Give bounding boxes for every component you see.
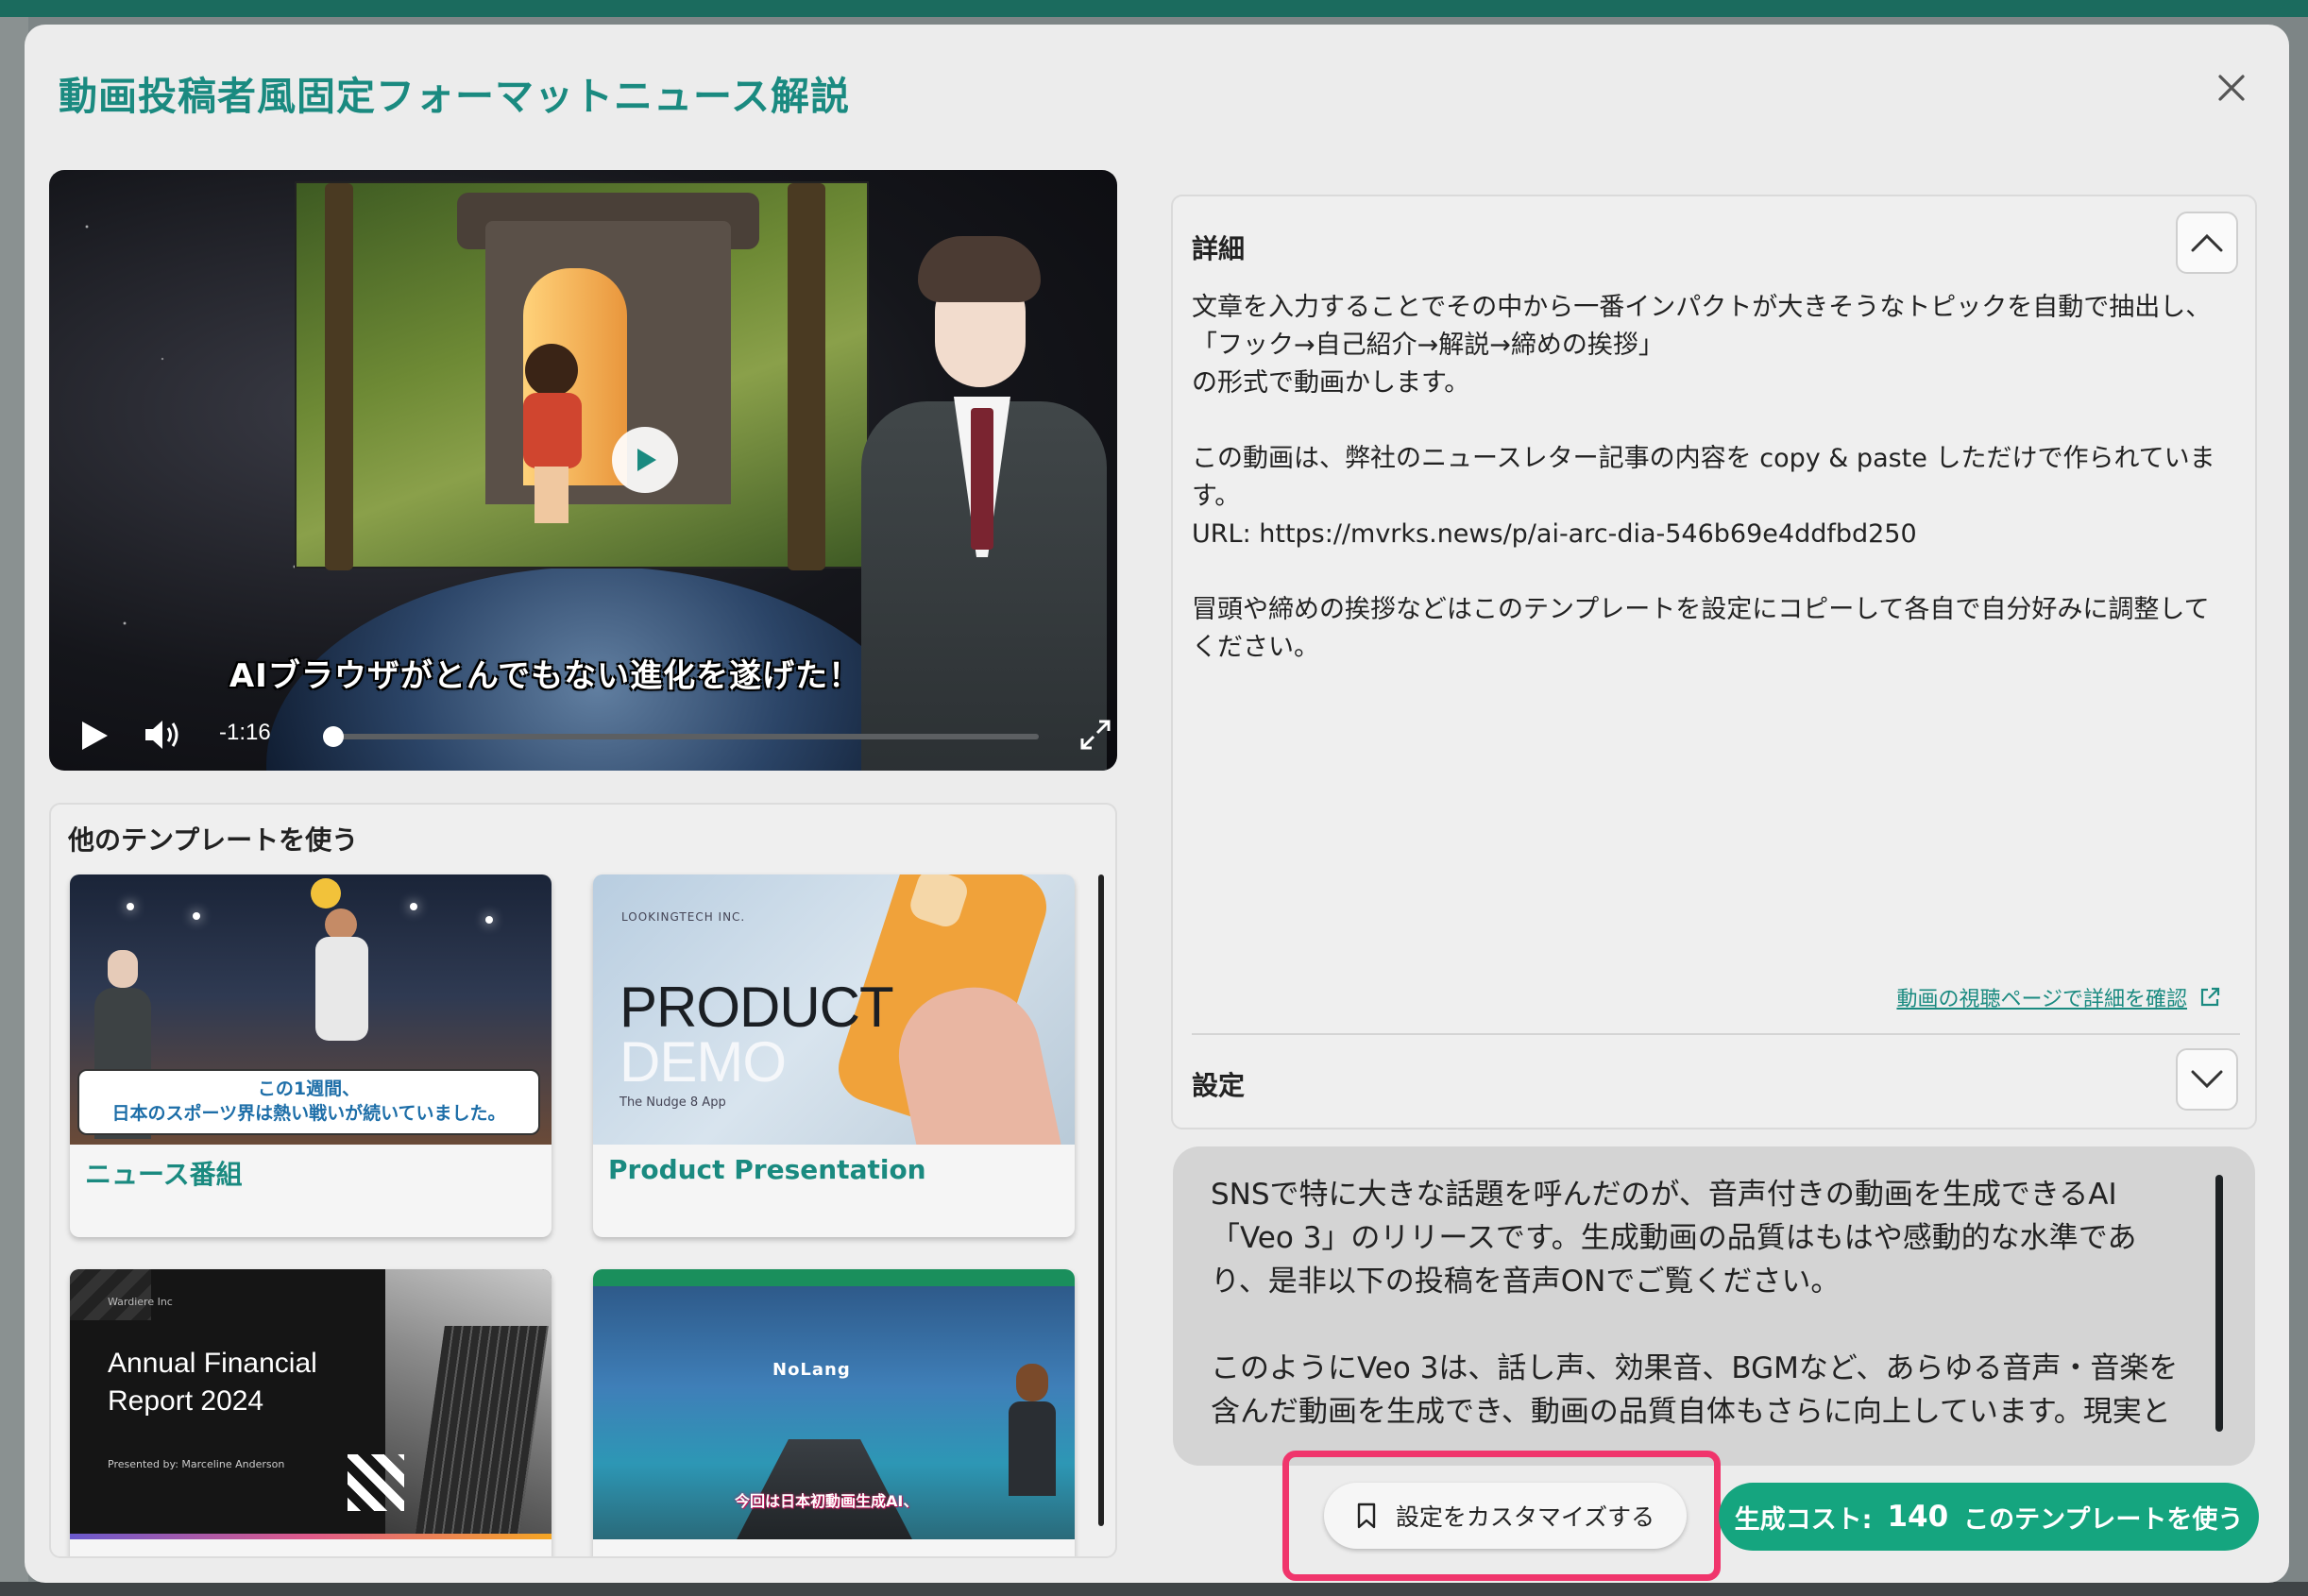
template-card-label: Product Presentation — [608, 1154, 926, 1185]
template-card-news-program[interactable]: この1週間、 日本のスポーツ界は熱い戦いが続いていました。 ニュース番組 — [70, 874, 552, 1237]
thumbnail-brand: NoLang — [772, 1360, 851, 1380]
background-app-header — [0, 0, 2308, 17]
fullscreen-icon — [1080, 720, 1111, 750]
thumbnail-title: PRODUCT — [619, 976, 894, 1039]
settings-scrollbar[interactable] — [2215, 1175, 2223, 1432]
details-collapse-button[interactable] — [2176, 212, 2238, 274]
use-template-label: このテンプレートを使う — [1963, 1504, 2244, 1535]
thumbnail-caption: 今回は日本初動画生成AI、 — [735, 1492, 919, 1510]
thumbnail-title: Annual Financial — [108, 1348, 317, 1379]
template-thumbnail: LOOKINGTECH INC. PRODUCT DEMO The Nudge … — [593, 874, 1075, 1145]
cost-value: 140 — [1887, 1500, 1949, 1534]
thumbnail-caption: この1週間、 — [257, 1078, 361, 1099]
description-text: の形式で動画かします。 — [1192, 368, 1470, 398]
description-text: 冒頭や締めの挨拶などはこのテンプレートを設定にコピーして各自で自分好みに調整して… — [1192, 595, 2210, 662]
other-templates-panel: 他のテンプレートを使う この1週間、 日本のスポーツ界は熱い戦いが続いていました… — [49, 803, 1117, 1558]
thumbnail-brand: Wardiere Inc — [108, 1296, 173, 1308]
settings-label: 設定 — [1192, 1070, 1246, 1101]
volume-button[interactable] — [144, 718, 181, 752]
view-page-link-text: 動画の視聴ページで詳細を確認 — [1896, 988, 2187, 1011]
video-progress-slider[interactable] — [323, 726, 1039, 747]
play-icon — [82, 722, 108, 750]
video-controls: -1:16 — [49, 699, 1117, 765]
play-overlay-button[interactable] — [612, 427, 678, 493]
thumbnail-title: Report 2024 — [108, 1385, 264, 1417]
view-page-link[interactable]: 動画の視聴ページで詳細を確認 — [1896, 982, 2221, 1012]
settings-text: このようにVeo 3は、話し声、効果音、BGMなど、あらゆる音声・音楽を含んだ動… — [1211, 1351, 2179, 1429]
description-url: URL: https://mvrks.news/p/ai-arc-dia-546… — [1192, 519, 1917, 549]
thumbnail-presenter: Presented by: Marceline Anderson — [108, 1458, 285, 1470]
play-icon — [637, 449, 656, 471]
description-text: 「フック→自己紹介→解説→締めの挨拶」 — [1192, 331, 1664, 360]
description-text: この動画は、弊社のニュースレター記事の内容を copy & paste しただけ… — [1192, 444, 2215, 511]
template-thumbnail: この1週間、 日本のスポーツ界は熱い戦いが続いていました。 — [70, 874, 552, 1145]
other-templates-title: 他のテンプレートを使う — [68, 824, 359, 856]
customize-settings-button[interactable]: 設定をカスタマイズする — [1324, 1483, 1687, 1549]
background-app-footer — [0, 1582, 2308, 1596]
details-description: 文章を入力することでその中から一番インパクトが大きそうなトピックを自動で抽出し、… — [1192, 289, 2221, 667]
video-player[interactable]: AIブラウザがとんでもない進化を遂げた！ -1:16 — [49, 170, 1117, 771]
thumbnail-title: DEMO — [619, 1030, 787, 1094]
settings-text: SNSで特に大きな話題を呼んだのが、音声付きの動画を生成できるAI「Veo 3」… — [1211, 1178, 2137, 1299]
details-panel: 詳細 文章を入力することでその中から一番インパクトが大きそうなトピックを自動で抽… — [1171, 195, 2257, 1129]
modal-title: 動画投稿者風固定フォーマットニュース解説 — [59, 74, 850, 119]
thumbnail-brand: LOOKINGTECH INC. — [621, 910, 746, 924]
video-caption: AIブラウザがとんでもない進化を遂げた！ — [229, 657, 862, 695]
settings-expand-button[interactable] — [2176, 1048, 2238, 1111]
customize-settings-label: 設定をカスタマイズする — [1395, 1503, 1655, 1531]
volume-icon — [145, 721, 178, 749]
time-remaining: -1:16 — [219, 720, 271, 745]
video-scene-image — [295, 181, 869, 570]
template-card-financial-report[interactable]: Wardiere Inc Annual Financial Report 202… — [70, 1269, 552, 1556]
fullscreen-button[interactable] — [1078, 718, 1112, 752]
template-card-product-presentation[interactable]: LOOKINGTECH INC. PRODUCT DEMO The Nudge … — [593, 874, 1075, 1237]
template-card-nolang[interactable]: NoLang 今回は日本初動画生成AI、 — [593, 1269, 1075, 1556]
templates-scrollbar[interactable] — [1098, 874, 1104, 1526]
external-link-icon — [2200, 987, 2220, 1007]
template-card-label: ニュース番組 — [85, 1159, 243, 1190]
cost-label: 生成コスト: — [1734, 1504, 1873, 1535]
thumbnail-subtitle: The Nudge 8 App — [619, 1095, 726, 1110]
description-text: 文章を入力することでその中から一番インパクトが大きそうなトピックを自動で抽出し、 — [1192, 293, 2212, 322]
close-icon — [2218, 75, 2245, 101]
video-play-button[interactable] — [79, 720, 110, 752]
chevron-down-icon — [2191, 1070, 2223, 1089]
close-button[interactable] — [2206, 62, 2257, 113]
settings-text-area[interactable]: SNSで特に大きな話題を呼んだのが、音声付きの動画を生成できるAI「Veo 3」… — [1173, 1146, 2255, 1466]
details-label: 詳細 — [1192, 233, 1246, 264]
section-divider — [1192, 1033, 2240, 1035]
chevron-up-icon — [2191, 233, 2223, 252]
thumbnail-caption: 日本のスポーツ界は熱い戦いが続いていました。 — [111, 1103, 506, 1124]
template-thumbnail: NoLang 今回は日本初動画生成AI、 — [593, 1269, 1075, 1539]
template-thumbnail: Wardiere Inc Annual Financial Report 202… — [70, 1269, 552, 1539]
video-progress-thumb[interactable] — [323, 726, 344, 747]
use-template-button[interactable]: 生成コスト: 140 このテンプレートを使う — [1719, 1483, 2259, 1551]
bookmark-icon — [1357, 1503, 1376, 1529]
